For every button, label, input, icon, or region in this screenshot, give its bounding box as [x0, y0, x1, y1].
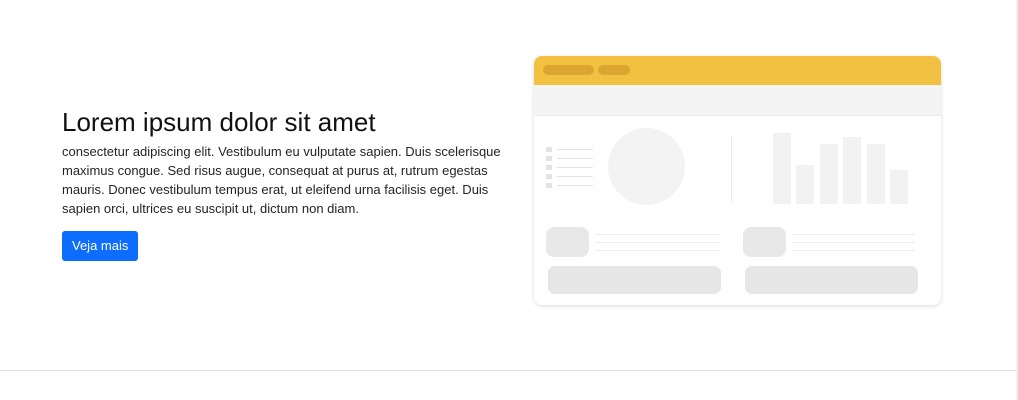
illustration-header-pill: [598, 65, 630, 75]
illustration-list-line: [557, 167, 593, 168]
illustration-text-line: [793, 250, 915, 251]
illustration-bar: [773, 133, 791, 204]
illustration-list-line: [557, 185, 593, 186]
illustration-toolbar: [534, 85, 941, 116]
illustration-list-line: [557, 176, 593, 177]
illustration-text-line: [793, 234, 915, 235]
illustration-text-line: [596, 250, 720, 251]
illustration-list-bullet: [546, 147, 552, 152]
illustration-list-bullet: [546, 183, 552, 188]
illustration-bar: [820, 144, 838, 204]
dashboard-illustration: [534, 56, 941, 305]
illustration-bar: [890, 170, 908, 204]
illustration-text-line: [596, 242, 720, 243]
illustration-list-line: [557, 158, 593, 159]
illustration-pie-placeholder: [608, 128, 685, 205]
illustration-text-line: [793, 242, 915, 243]
illustration-bar: [867, 144, 885, 204]
section-divider: [0, 370, 1016, 371]
illustration-header-pill: [543, 65, 594, 75]
illustration-avatar-placeholder: [743, 227, 786, 257]
hero-description: consectetur adipiscing elit. Vestibulum …: [62, 144, 501, 216]
illustration-header-bar: [534, 56, 941, 85]
illustration-avatar-placeholder: [546, 227, 589, 257]
hero-title: Lorem ipsum dolor sit amet: [62, 107, 376, 137]
hero-text-block: Lorem ipsum dolor sit amet consectetur a…: [62, 106, 502, 261]
illustration-button-placeholder: [548, 266, 721, 294]
illustration-bar: [796, 165, 814, 204]
illustration-divider: [731, 136, 732, 202]
veja-mais-button[interactable]: Veja mais: [62, 231, 139, 261]
illustration-button-placeholder: [745, 266, 918, 294]
illustration-list-bullet: [546, 156, 552, 161]
illustration-list-line: [557, 149, 593, 150]
illustration-list-bullet: [546, 165, 552, 170]
illustration-list-bullet: [546, 174, 552, 179]
illustration-text-line: [596, 234, 720, 235]
illustration-bar: [843, 137, 861, 204]
